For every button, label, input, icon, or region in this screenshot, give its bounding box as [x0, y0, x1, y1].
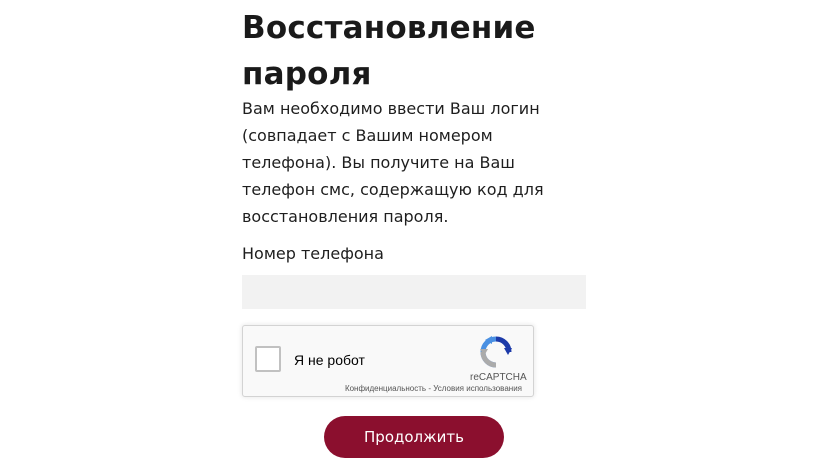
recaptcha-terms-link[interactable]: Условия использования [433, 384, 522, 393]
recaptcha-checkbox[interactable] [255, 346, 281, 372]
recaptcha-brand-text: reCAPTCHA [470, 372, 527, 383]
recaptcha-privacy-link[interactable]: Конфиденциальность [345, 384, 426, 393]
recaptcha-checkbox-label: Я не робот [294, 352, 365, 368]
password-recovery-page: Восстановление пароля Вам необходимо вве… [0, 0, 825, 470]
recaptcha-widget: Я не робот reCAPTCHA Конфиденциальность … [242, 325, 534, 397]
page-description: Вам необходимо ввести Ваш логин (совпада… [242, 99, 544, 226]
page-title: Восстановление пароля [242, 10, 536, 92]
phone-input[interactable] [242, 275, 586, 309]
continue-button[interactable]: Продолжить [324, 416, 504, 458]
recaptcha-links: Конфиденциальность - Условия использован… [345, 384, 522, 393]
phone-field-label: Номер телефона [242, 244, 384, 263]
recaptcha-logo-icon [480, 336, 512, 368]
